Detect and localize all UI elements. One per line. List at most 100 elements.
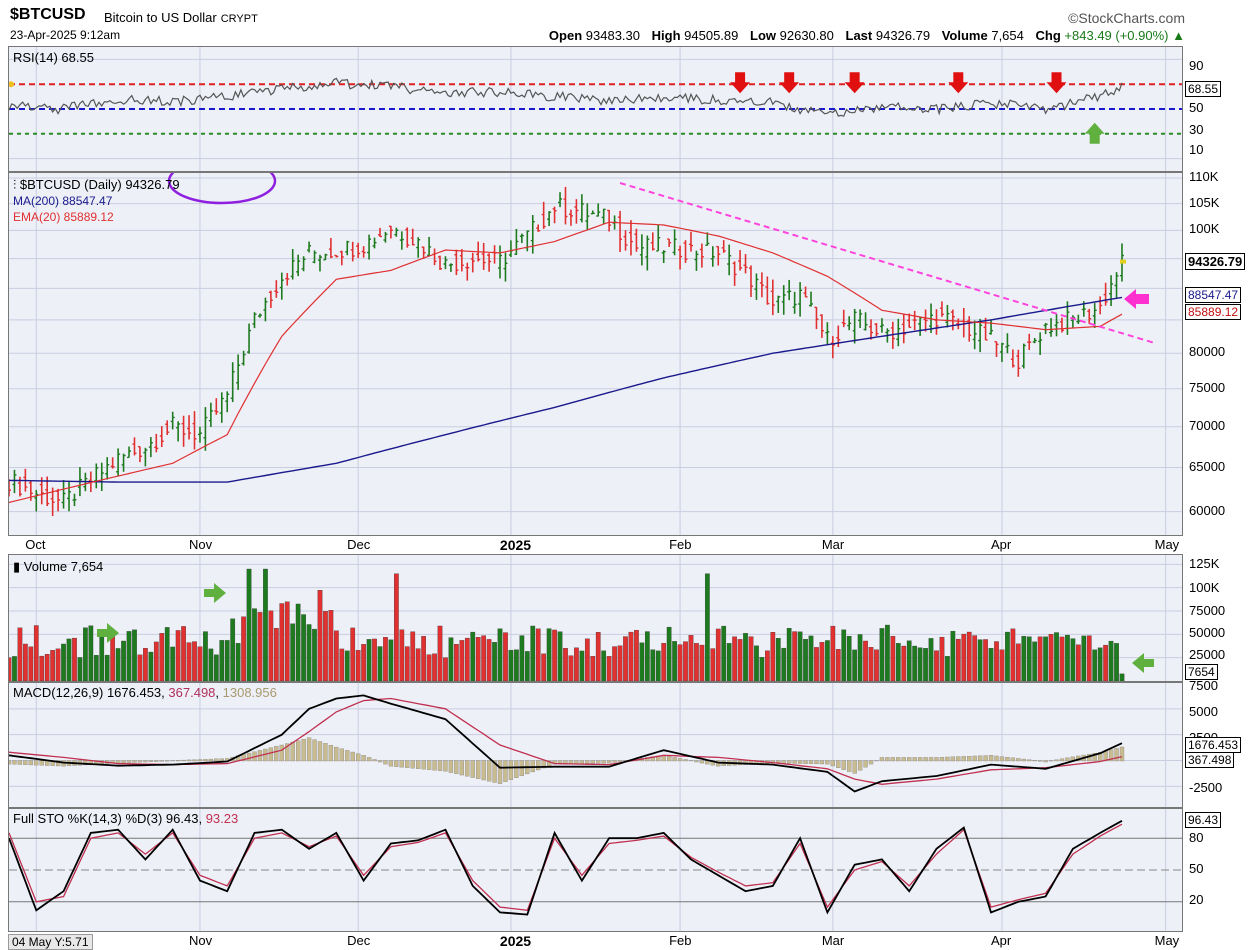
macd-histogram-bar [912,757,917,762]
volume-bar [885,624,890,681]
x-tick-label: Feb [669,933,692,948]
volume-bar [328,610,334,681]
ema20-box: 85889.12 [1185,304,1242,321]
volume-panel[interactable]: ▮ Volume 7,654 [8,554,1183,682]
volume-bar [541,653,547,681]
macd-histogram-bar [132,760,137,763]
macd-histogram-bar [1032,760,1037,762]
legend-symbol: $BTCUSD (Daily) [19,177,122,192]
volume-title-text: Volume 7,654 [23,559,104,574]
symbol-description: Bitcoin to US Dollar CRYPT [104,10,258,25]
volume-bar [988,648,994,681]
bars-icon: ▮ [13,559,21,574]
volume-bar [983,639,988,681]
volume-bar [912,645,918,681]
volume-bar [377,646,383,681]
volume-bar [72,637,77,681]
macd-histogram-bar [803,760,808,764]
volume-bar [803,639,808,681]
macd-histogram-bar [312,739,317,762]
volume-bar [726,643,732,681]
volume-bar [481,635,487,681]
x-tick-label: Oct [25,537,46,552]
macd-histogram-bar [443,760,448,772]
volume-bar [972,635,978,681]
volume-bar [88,625,94,681]
macd-histogram-bar [334,746,339,762]
macd-legend: MACD(12,26,9) 1676.453, 367.498, 1308.95… [13,685,277,700]
volume-bar [1032,641,1038,681]
macd-histogram-bar [366,757,372,762]
macd-histogram-bar [1043,760,1048,763]
price-panel[interactable]: ⫶ $BTCUSD (Daily) 94326.79 MA(200) 88547… [8,172,1183,536]
volume-bar [1048,634,1054,681]
volume-bar [388,639,394,681]
volume-bar [721,625,727,681]
macd-histogram-bar [219,758,224,762]
volume-bar [775,638,781,681]
legend-ma200: MA(200) 88547.47 [13,194,113,208]
macd-hist-value: 1308.956 [222,685,277,700]
macd-histogram-bar [699,760,705,764]
volume-bar [126,631,132,681]
volume-bar [715,628,721,681]
volume-bar [737,639,743,681]
volume-bar [181,626,186,681]
macd-histogram-bar [323,743,328,762]
volume-tick: 100K [1189,580,1220,595]
macd-histogram-bar [268,747,274,762]
volume-bar [464,637,470,681]
volume-bar [28,646,34,681]
volume-bar [110,634,116,681]
volume-bar [164,627,170,681]
legend-ema20: EMA(20) 85889.12 [13,210,114,224]
red-down-arrow-icon [1046,72,1067,94]
volume-bar [519,635,525,681]
macd-panel[interactable]: MACD(12,26,9) 1676.453, 367.498, 1308.95… [8,682,1183,808]
volume-bar [644,631,650,681]
macd-histogram-bar [290,741,295,762]
price-tick: 110K [1189,168,1219,184]
red-down-arrow-icon [948,72,969,94]
volume-bar [704,573,710,681]
macd-histogram-bar [126,760,132,763]
x-tick-label: Feb [669,537,692,552]
macd-histogram-bar [667,756,672,762]
macd-histogram-bar [1114,748,1119,762]
macd-histogram-bar [296,740,301,762]
macd-histogram-bar [208,758,214,762]
macd-histogram-bar [394,760,399,767]
macd-histogram-bar [486,760,492,782]
volume-bar [786,627,792,681]
volume-bar [252,608,257,681]
macd-histogram-bar [612,760,617,763]
volume-bar [1010,628,1016,681]
volume-bar [12,656,17,681]
macd-histogram-bar [814,760,819,765]
volume-bar [552,629,557,681]
volume-bar [153,641,159,681]
macd-histogram-bar [399,760,404,768]
volume-bar [966,631,972,681]
price-tick: 80000 [1189,344,1226,360]
macd-histogram-bar [1119,746,1125,762]
volume-bar [879,628,885,681]
volume-bar [628,631,634,681]
volume-bar [906,640,912,681]
macd-histogram-bar [503,760,508,782]
macd-histogram-bar [186,759,192,762]
macd-plot [9,683,1182,807]
sto-panel[interactable]: Full STO %K(14,3) %D(3) 96.43, 93.23 [8,808,1183,932]
macd-histogram-bar [852,760,857,774]
volume-bar [93,655,99,681]
rsi-last-box: 68.55 [1185,81,1222,97]
volume-axis: 125K 100K 75000 50000 25000 7654 [1183,554,1251,682]
volume-bar [994,641,999,681]
chg-value: +843.49 (+0.90%) [1064,28,1169,43]
symbol[interactable]: $BTCUSD [10,6,86,24]
rsi-panel[interactable]: RSI(14) 68.55 [8,46,1183,172]
volume-bar [437,625,443,681]
macd-histogram-bar [967,756,972,762]
brand-logo[interactable]: ©StockCharts.com [1068,10,1185,26]
macd-histogram-bar [917,757,923,762]
